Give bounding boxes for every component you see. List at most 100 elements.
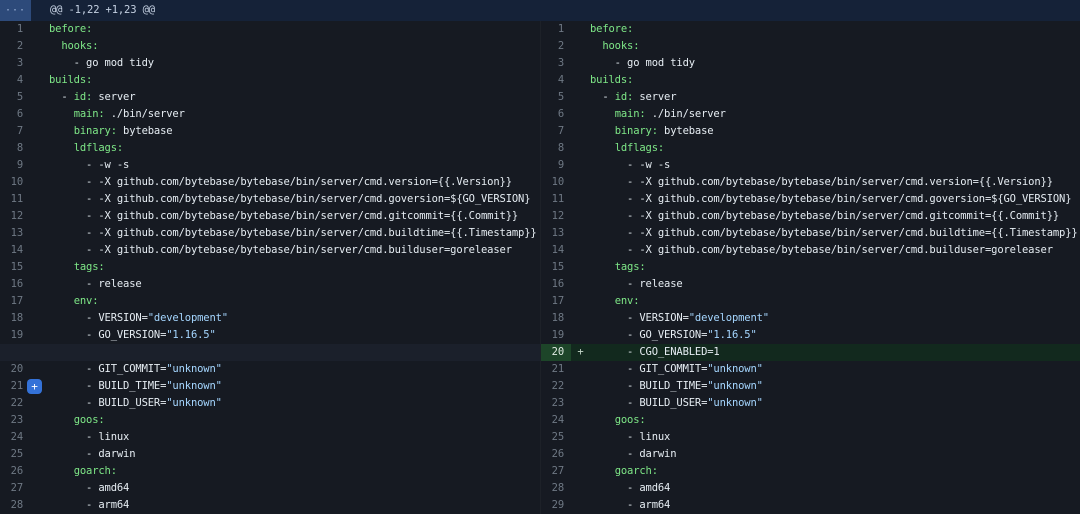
added-line-marker: + bbox=[571, 344, 590, 361]
line-number bbox=[0, 344, 30, 361]
code-line: - linux bbox=[590, 429, 1080, 446]
line-number[interactable]: 4 bbox=[541, 72, 571, 89]
code-line: - id: server bbox=[49, 89, 540, 106]
line-number[interactable]: 26 bbox=[541, 446, 571, 463]
line-number[interactable]: 10 bbox=[541, 174, 571, 191]
line-number[interactable]: 12 bbox=[541, 208, 571, 225]
line-number[interactable]: 21 bbox=[541, 361, 571, 378]
code-line: - go mod tidy bbox=[49, 55, 540, 72]
code-line: - -X github.com/bytebase/bytebase/bin/se… bbox=[49, 191, 540, 208]
diff-row: 12 - -X github.com/bytebase/bytebase/bin… bbox=[0, 208, 540, 225]
diff-marker bbox=[571, 310, 590, 327]
line-number[interactable]: 22 bbox=[0, 395, 30, 412]
diff-row: 10 - -X github.com/bytebase/bytebase/bin… bbox=[0, 174, 540, 191]
code-line: - GO_VERSION="1.16.5" bbox=[49, 327, 540, 344]
line-number[interactable]: 1 bbox=[0, 21, 30, 38]
diff-marker bbox=[30, 480, 49, 497]
line-number[interactable]: 6 bbox=[0, 106, 30, 123]
code-line: - -X github.com/bytebase/bytebase/bin/se… bbox=[49, 242, 540, 259]
line-number[interactable]: 5 bbox=[0, 89, 30, 106]
line-number[interactable]: 27 bbox=[541, 463, 571, 480]
line-number[interactable]: 27 bbox=[0, 480, 30, 497]
diff-row: 14 - -X github.com/bytebase/bytebase/bin… bbox=[541, 242, 1080, 259]
line-number[interactable]: 11 bbox=[0, 191, 30, 208]
code-line: goos: bbox=[590, 412, 1080, 429]
expand-hunk-button[interactable]: ··· bbox=[0, 0, 31, 21]
diff-row: 24 - linux bbox=[0, 429, 540, 446]
line-number[interactable]: 8 bbox=[541, 140, 571, 157]
code-line: main: ./bin/server bbox=[49, 106, 540, 123]
line-number[interactable]: 19 bbox=[0, 327, 30, 344]
line-number[interactable]: 9 bbox=[541, 157, 571, 174]
code-line: - -X github.com/bytebase/bytebase/bin/se… bbox=[49, 208, 540, 225]
line-number[interactable]: 2 bbox=[0, 38, 30, 55]
line-number[interactable]: 13 bbox=[0, 225, 30, 242]
code-line: - amd64 bbox=[49, 480, 540, 497]
line-number[interactable]: 5 bbox=[541, 89, 571, 106]
line-number[interactable]: 23 bbox=[541, 395, 571, 412]
diff-marker bbox=[571, 106, 590, 123]
line-number[interactable]: 24 bbox=[0, 429, 30, 446]
diff-row: 3 - go mod tidy bbox=[0, 55, 540, 72]
line-number[interactable]: 7 bbox=[541, 123, 571, 140]
diff-row: 25 - darwin bbox=[0, 446, 540, 463]
line-number[interactable]: 21 bbox=[0, 378, 30, 395]
line-number[interactable]: 2 bbox=[541, 38, 571, 55]
line-number[interactable]: 15 bbox=[541, 259, 571, 276]
line-number[interactable]: 26 bbox=[0, 463, 30, 480]
line-number[interactable]: 17 bbox=[541, 293, 571, 310]
line-number[interactable]: 16 bbox=[541, 276, 571, 293]
code-line: - arm64 bbox=[590, 497, 1080, 514]
line-number[interactable]: 10 bbox=[0, 174, 30, 191]
code-line: - -X github.com/bytebase/bytebase/bin/se… bbox=[590, 242, 1080, 259]
line-number[interactable]: 4 bbox=[0, 72, 30, 89]
line-number[interactable]: 25 bbox=[541, 429, 571, 446]
line-number[interactable]: 1 bbox=[541, 21, 571, 38]
diff-marker bbox=[30, 174, 49, 191]
line-number[interactable]: 14 bbox=[0, 242, 30, 259]
line-number[interactable]: 8 bbox=[0, 140, 30, 157]
code-line: main: ./bin/server bbox=[590, 106, 1080, 123]
line-number[interactable]: 3 bbox=[541, 55, 571, 72]
line-number[interactable]: 7 bbox=[0, 123, 30, 140]
line-number[interactable]: 18 bbox=[541, 310, 571, 327]
code-line: goarch: bbox=[49, 463, 540, 480]
add-comment-button[interactable]: + bbox=[27, 379, 42, 394]
line-number[interactable]: 20 bbox=[0, 361, 30, 378]
code-line: - -w -s bbox=[49, 157, 540, 174]
code-line: goarch: bbox=[590, 463, 1080, 480]
line-number[interactable]: 20 bbox=[541, 344, 571, 361]
code-line: - -X github.com/bytebase/bytebase/bin/se… bbox=[590, 174, 1080, 191]
line-number[interactable]: 16 bbox=[0, 276, 30, 293]
diff-marker bbox=[30, 327, 49, 344]
line-number[interactable]: 28 bbox=[0, 497, 30, 514]
diff-marker bbox=[571, 208, 590, 225]
line-number[interactable]: 3 bbox=[0, 55, 30, 72]
line-number[interactable]: 6 bbox=[541, 106, 571, 123]
line-number[interactable]: 22 bbox=[541, 378, 571, 395]
line-number[interactable]: 23 bbox=[0, 412, 30, 429]
diff-row: 17 env: bbox=[541, 293, 1080, 310]
diff-marker bbox=[30, 89, 49, 106]
line-number[interactable]: 11 bbox=[541, 191, 571, 208]
diff-marker bbox=[571, 480, 590, 497]
diff-marker bbox=[571, 89, 590, 106]
line-number[interactable]: 18 bbox=[0, 310, 30, 327]
diff-marker bbox=[30, 157, 49, 174]
diff-row: 27 goarch: bbox=[541, 463, 1080, 480]
diff-marker bbox=[571, 429, 590, 446]
diff-row: 29 - arm64 bbox=[541, 497, 1080, 514]
line-number[interactable]: 28 bbox=[541, 480, 571, 497]
line-number[interactable]: 19 bbox=[541, 327, 571, 344]
line-number[interactable]: 17 bbox=[0, 293, 30, 310]
line-number[interactable]: 15 bbox=[0, 259, 30, 276]
diff-row: 18 - VERSION="development" bbox=[0, 310, 540, 327]
diff-row: 7 binary: bytebase bbox=[541, 123, 1080, 140]
line-number[interactable]: 24 bbox=[541, 412, 571, 429]
line-number[interactable]: 9 bbox=[0, 157, 30, 174]
line-number[interactable]: 12 bbox=[0, 208, 30, 225]
line-number[interactable]: 29 bbox=[541, 497, 571, 514]
line-number[interactable]: 13 bbox=[541, 225, 571, 242]
line-number[interactable]: 14 bbox=[541, 242, 571, 259]
line-number[interactable]: 25 bbox=[0, 446, 30, 463]
